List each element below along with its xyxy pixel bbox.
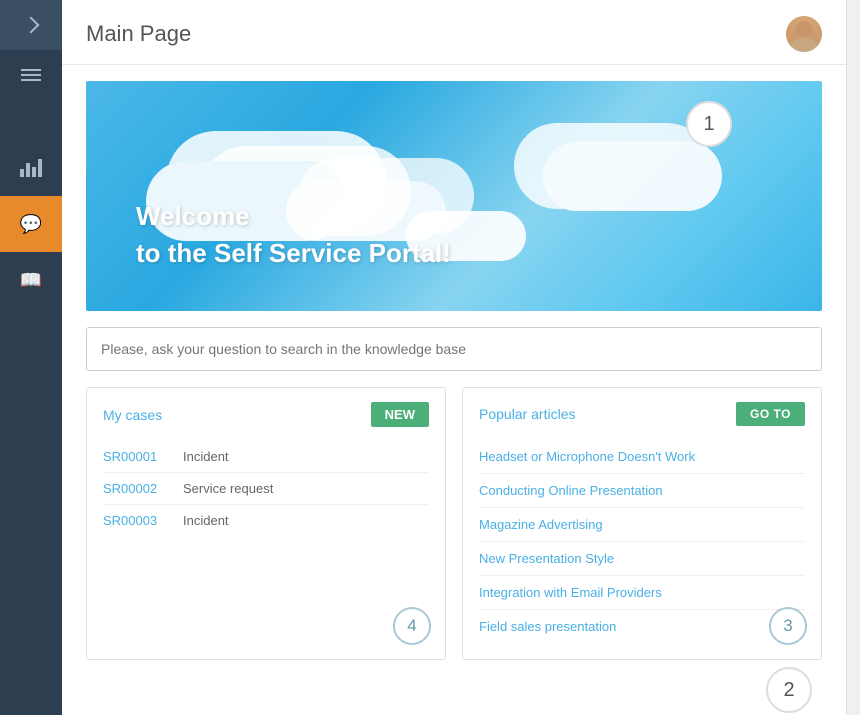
my-cases-title: My cases (103, 407, 162, 423)
list-item[interactable]: Conducting Online Presentation (479, 474, 805, 508)
main-content: Main Page Welcome to the Self Service Po… (62, 0, 846, 715)
case-type-2: Service request (183, 481, 273, 496)
hamburger-menu-button[interactable] (0, 50, 62, 100)
step-badge-1: 1 (686, 101, 732, 147)
step-badge-2: 2 (766, 667, 812, 713)
new-case-button[interactable]: NEW (371, 402, 429, 427)
list-item[interactable]: New Presentation Style (479, 542, 805, 576)
chat-icon: 💬 (20, 214, 42, 235)
page-header: Main Page (62, 0, 846, 65)
case-id-2[interactable]: SR00002 (103, 481, 183, 496)
expand-sidebar-button[interactable] (0, 0, 62, 50)
popular-articles-header: Popular articles GO TO (479, 402, 805, 426)
right-scrollbar (846, 0, 860, 715)
popular-articles-title: Popular articles (479, 406, 576, 422)
case-id-1[interactable]: SR00001 (103, 449, 183, 464)
articles-list: Headset or Microphone Doesn't Work Condu… (479, 440, 805, 643)
step-badge-4: 4 (393, 607, 431, 645)
hero-line-2: to the Self Service Portal! (136, 235, 451, 271)
hero-text: Welcome to the Self Service Portal! (136, 198, 451, 271)
cases-list: SR00001 Incident SR00002 Service request… (103, 441, 429, 536)
list-item[interactable]: Field sales presentation (479, 610, 805, 643)
case-type-1: Incident (183, 449, 229, 464)
avatar[interactable] (786, 16, 822, 52)
step-badge-3: 3 (769, 607, 807, 645)
table-row: SR00003 Incident (103, 505, 429, 536)
goto-button[interactable]: GO TO (736, 402, 805, 426)
book-icon: 📖 (20, 270, 42, 291)
list-item[interactable]: Headset or Microphone Doesn't Work (479, 440, 805, 474)
two-columns: My cases NEW SR00001 Incident SR00002 Se… (86, 387, 822, 660)
hero-banner: Welcome to the Self Service Portal! 1 (86, 81, 822, 311)
sidebar-item-knowledge[interactable]: 📖 (0, 252, 62, 308)
body-area: Welcome to the Self Service Portal! 1 2 … (62, 65, 846, 715)
list-item[interactable]: Magazine Advertising (479, 508, 805, 542)
list-item[interactable]: Integration with Email Providers (479, 576, 805, 610)
case-id-3[interactable]: SR00003 (103, 513, 183, 528)
cloud-4 (542, 141, 722, 211)
case-type-3: Incident (183, 513, 229, 528)
my-cases-header: My cases NEW (103, 402, 429, 427)
sidebar-item-chat[interactable]: 💬 (0, 196, 62, 252)
popular-articles-panel: Popular articles GO TO Headset or Microp… (462, 387, 822, 660)
search-container: 2 (86, 327, 822, 371)
sidebar: 💬 📖 (0, 0, 62, 715)
chevron-right-icon (23, 17, 40, 34)
table-row: SR00001 Incident (103, 441, 429, 473)
my-cases-panel: My cases NEW SR00001 Incident SR00002 Se… (86, 387, 446, 660)
table-row: SR00002 Service request (103, 473, 429, 505)
hero-line-1: Welcome (136, 198, 451, 234)
page-title: Main Page (86, 21, 191, 47)
sidebar-item-charts[interactable] (0, 140, 62, 196)
avatar-image (786, 16, 822, 52)
bar-chart-icon (20, 159, 42, 177)
hamburger-icon (21, 66, 41, 84)
search-input[interactable] (86, 327, 822, 371)
